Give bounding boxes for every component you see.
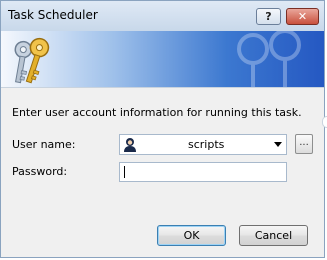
- title-bar[interactable]: Task Scheduler ? ✕: [1, 1, 324, 32]
- header-banner: [1, 31, 324, 87]
- instruction-text: Enter user account information for runni…: [12, 106, 302, 119]
- cancel-button[interactable]: Cancel: [239, 225, 308, 246]
- close-button[interactable]: ✕: [286, 8, 319, 25]
- user-name-value: scripts: [188, 138, 225, 151]
- user-name-label: User name:: [12, 138, 76, 151]
- chevron-down-icon[interactable]: [274, 142, 282, 147]
- task-scheduler-dialog: Task Scheduler ? ✕ Enter user account in…: [0, 0, 325, 258]
- browse-user-button[interactable]: ...: [295, 134, 313, 154]
- password-field[interactable]: [119, 162, 287, 182]
- user-name-combobox[interactable]: scripts: [119, 134, 287, 155]
- help-button[interactable]: ?: [256, 8, 281, 25]
- text-caret: [124, 166, 125, 178]
- window-title: Task Scheduler: [8, 8, 98, 22]
- keys-watermark-icon: [237, 31, 301, 87]
- ok-button[interactable]: OK: [157, 225, 226, 246]
- password-label: Password:: [12, 165, 68, 178]
- user-icon: [124, 138, 136, 152]
- keys-icon: [14, 37, 50, 84]
- edge-handle: [322, 116, 327, 128]
- dialog-body: Enter user account information for runni…: [1, 88, 324, 257]
